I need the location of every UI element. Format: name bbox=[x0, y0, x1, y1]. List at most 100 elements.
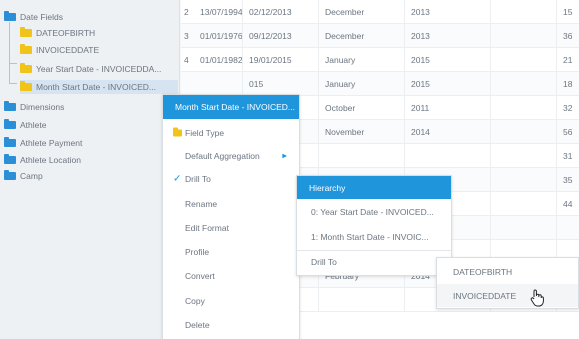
tree-item-athlete-location[interactable]: Athlete Location bbox=[4, 153, 154, 167]
menu-item-default-aggregation[interactable]: Default Aggregation ▶ bbox=[163, 144, 299, 167]
table-cell: November bbox=[319, 120, 405, 144]
table-cell: 32 bbox=[563, 103, 573, 113]
table-cell: 4 bbox=[184, 55, 189, 65]
tree-connector bbox=[9, 22, 17, 64]
table-cell: 2011 bbox=[405, 96, 491, 120]
table-cell: October bbox=[319, 96, 405, 120]
table-cell-divider bbox=[491, 24, 557, 48]
folder-icon bbox=[20, 27, 32, 37]
folder-icon bbox=[4, 101, 16, 111]
folder-icon bbox=[4, 119, 16, 129]
table-cell: January bbox=[319, 72, 405, 96]
tree-item-label: Dimensions bbox=[20, 102, 65, 112]
menu-item-field-type[interactable]: Field Type bbox=[163, 121, 299, 144]
table-cell: 19/01/2015 bbox=[243, 48, 319, 72]
tree-connector bbox=[9, 64, 17, 84]
tree-item-month-start-date[interactable]: Month Start Date - INVOICED... bbox=[20, 80, 178, 94]
menu-item-hierarchy-level-1[interactable]: 1: Month Start Date - INVOIC... bbox=[297, 225, 451, 248]
table-cell-divider bbox=[491, 0, 557, 24]
table-cell: 21 bbox=[563, 55, 573, 65]
table-cell: 13/07/1994 bbox=[194, 0, 243, 24]
table-cell: 01/01/1976 bbox=[194, 24, 243, 48]
table-cell: 36 bbox=[563, 31, 573, 41]
drill-to-submenu: Hierarchy 0: Year Start Date - INVOICED.… bbox=[296, 175, 452, 276]
menu-item-rename[interactable]: Rename bbox=[163, 192, 299, 215]
table-cell: 2013 bbox=[405, 24, 491, 48]
table-cell: 01/01/1982 bbox=[194, 48, 243, 72]
menu-item-profile[interactable]: Profile bbox=[163, 240, 299, 263]
table-cell: 31 bbox=[563, 151, 573, 161]
tree-item-label: Date Fields bbox=[20, 12, 63, 22]
tree-item-athlete[interactable]: Athlete bbox=[4, 118, 154, 132]
table-cell-divider bbox=[491, 192, 557, 216]
folder-icon bbox=[4, 154, 16, 164]
table-cell bbox=[557, 216, 579, 240]
menu-item-invoiceddate[interactable]: INVOICEDDATE bbox=[437, 284, 578, 307]
tree-item-dimensions[interactable]: Dimensions bbox=[4, 100, 154, 114]
table-cell-divider bbox=[491, 96, 557, 120]
menu-item-drill-to-fields[interactable]: Drill To bbox=[297, 250, 451, 273]
menu-item-delete[interactable]: Delete bbox=[163, 313, 299, 336]
tree-item-label: Athlete bbox=[20, 120, 47, 130]
table-cell bbox=[194, 72, 243, 96]
tree-item-athlete-payment[interactable]: Athlete Payment bbox=[4, 136, 154, 150]
table-cell-divider bbox=[491, 168, 557, 192]
table-cell: 015 bbox=[243, 72, 319, 96]
tree-item-label: Athlete Payment bbox=[20, 138, 83, 148]
folder-icon bbox=[20, 81, 32, 91]
context-menu-header: Month Start Date - INVOICED... bbox=[163, 95, 299, 119]
menu-item-hierarchy[interactable]: Hierarchy bbox=[297, 176, 451, 199]
table-cell bbox=[181, 72, 194, 96]
menu-item-copy[interactable]: Copy bbox=[163, 289, 299, 312]
tree-item-camp[interactable]: Camp bbox=[4, 169, 154, 183]
tree-item-label: Athlete Location bbox=[20, 155, 81, 165]
table-cell: 56 bbox=[563, 127, 573, 137]
table-cell: 15 bbox=[563, 7, 573, 17]
folder-icon bbox=[20, 44, 32, 54]
table-cell-divider bbox=[491, 144, 557, 168]
table-row: 015 January 2015 18 bbox=[181, 72, 579, 96]
table-row: 4 01/01/1982 19/01/2015 January 2015 21 bbox=[181, 48, 579, 72]
menu-item-drill-to[interactable]: ✓ Drill To bbox=[163, 167, 299, 190]
tree-item-invoiceddate[interactable]: INVOICEDDATE bbox=[20, 43, 175, 57]
table-cell: 2015 bbox=[405, 48, 491, 72]
folder-icon bbox=[173, 127, 182, 136]
tree-item-year-start-date[interactable]: Year Start Date - INVOICEDDA... bbox=[20, 62, 178, 76]
menu-item-dateofbirth[interactable]: DATEOFBIRTH bbox=[437, 260, 578, 283]
menu-item-convert[interactable]: Convert bbox=[163, 264, 299, 287]
tree-item-label: Year Start Date - INVOICEDDA... bbox=[36, 64, 162, 74]
tree-item-label: Month Start Date - INVOICED... bbox=[36, 82, 156, 92]
table-cell: 35 bbox=[563, 175, 573, 185]
menu-item-edit-format[interactable]: Edit Format bbox=[163, 216, 299, 239]
folder-icon bbox=[4, 11, 16, 21]
table-cell-divider bbox=[491, 120, 557, 144]
tree-item-dateofbirth[interactable]: DATEOFBIRTH bbox=[20, 26, 175, 40]
folder-icon bbox=[20, 63, 32, 73]
table-cell: December bbox=[319, 24, 405, 48]
field-tree: Date Fields DATEOFBIRTH INVOICEDDATE Yea… bbox=[0, 0, 180, 339]
table-cell: 09/12/2013 bbox=[243, 24, 319, 48]
hand-cursor-icon bbox=[530, 289, 544, 307]
table-cell: 2013 bbox=[405, 0, 491, 24]
menu-item-hierarchy-level-0[interactable]: 0: Year Start Date - INVOICED... bbox=[297, 200, 451, 223]
table-cell: 2 bbox=[184, 7, 189, 17]
tree-item-label: Camp bbox=[20, 171, 43, 181]
table-row: 2 13/07/1994 02/12/2013 December 2013 15 bbox=[181, 0, 579, 24]
table-cell: 02/12/2013 bbox=[243, 0, 319, 24]
table-cell-divider bbox=[491, 48, 557, 72]
folder-icon bbox=[4, 170, 16, 180]
tree-item-date-fields[interactable]: Date Fields bbox=[4, 10, 174, 24]
table-cell bbox=[319, 144, 405, 168]
table-cell: 18 bbox=[563, 79, 573, 89]
table-cell-divider bbox=[491, 216, 557, 240]
field-context-menu: Month Start Date - INVOICED... Field Typ… bbox=[162, 94, 300, 339]
table-cell: 3 bbox=[184, 31, 189, 41]
table-cell: 2015 bbox=[405, 72, 491, 96]
checkmark-icon: ✓ bbox=[173, 173, 182, 184]
table-cell: 2014 bbox=[405, 120, 491, 144]
tree-item-label: INVOICEDDATE bbox=[36, 45, 100, 55]
folder-icon bbox=[4, 137, 16, 147]
table-cell bbox=[405, 144, 491, 168]
table-cell: 44 bbox=[563, 199, 573, 209]
table-cell: January bbox=[319, 48, 405, 72]
